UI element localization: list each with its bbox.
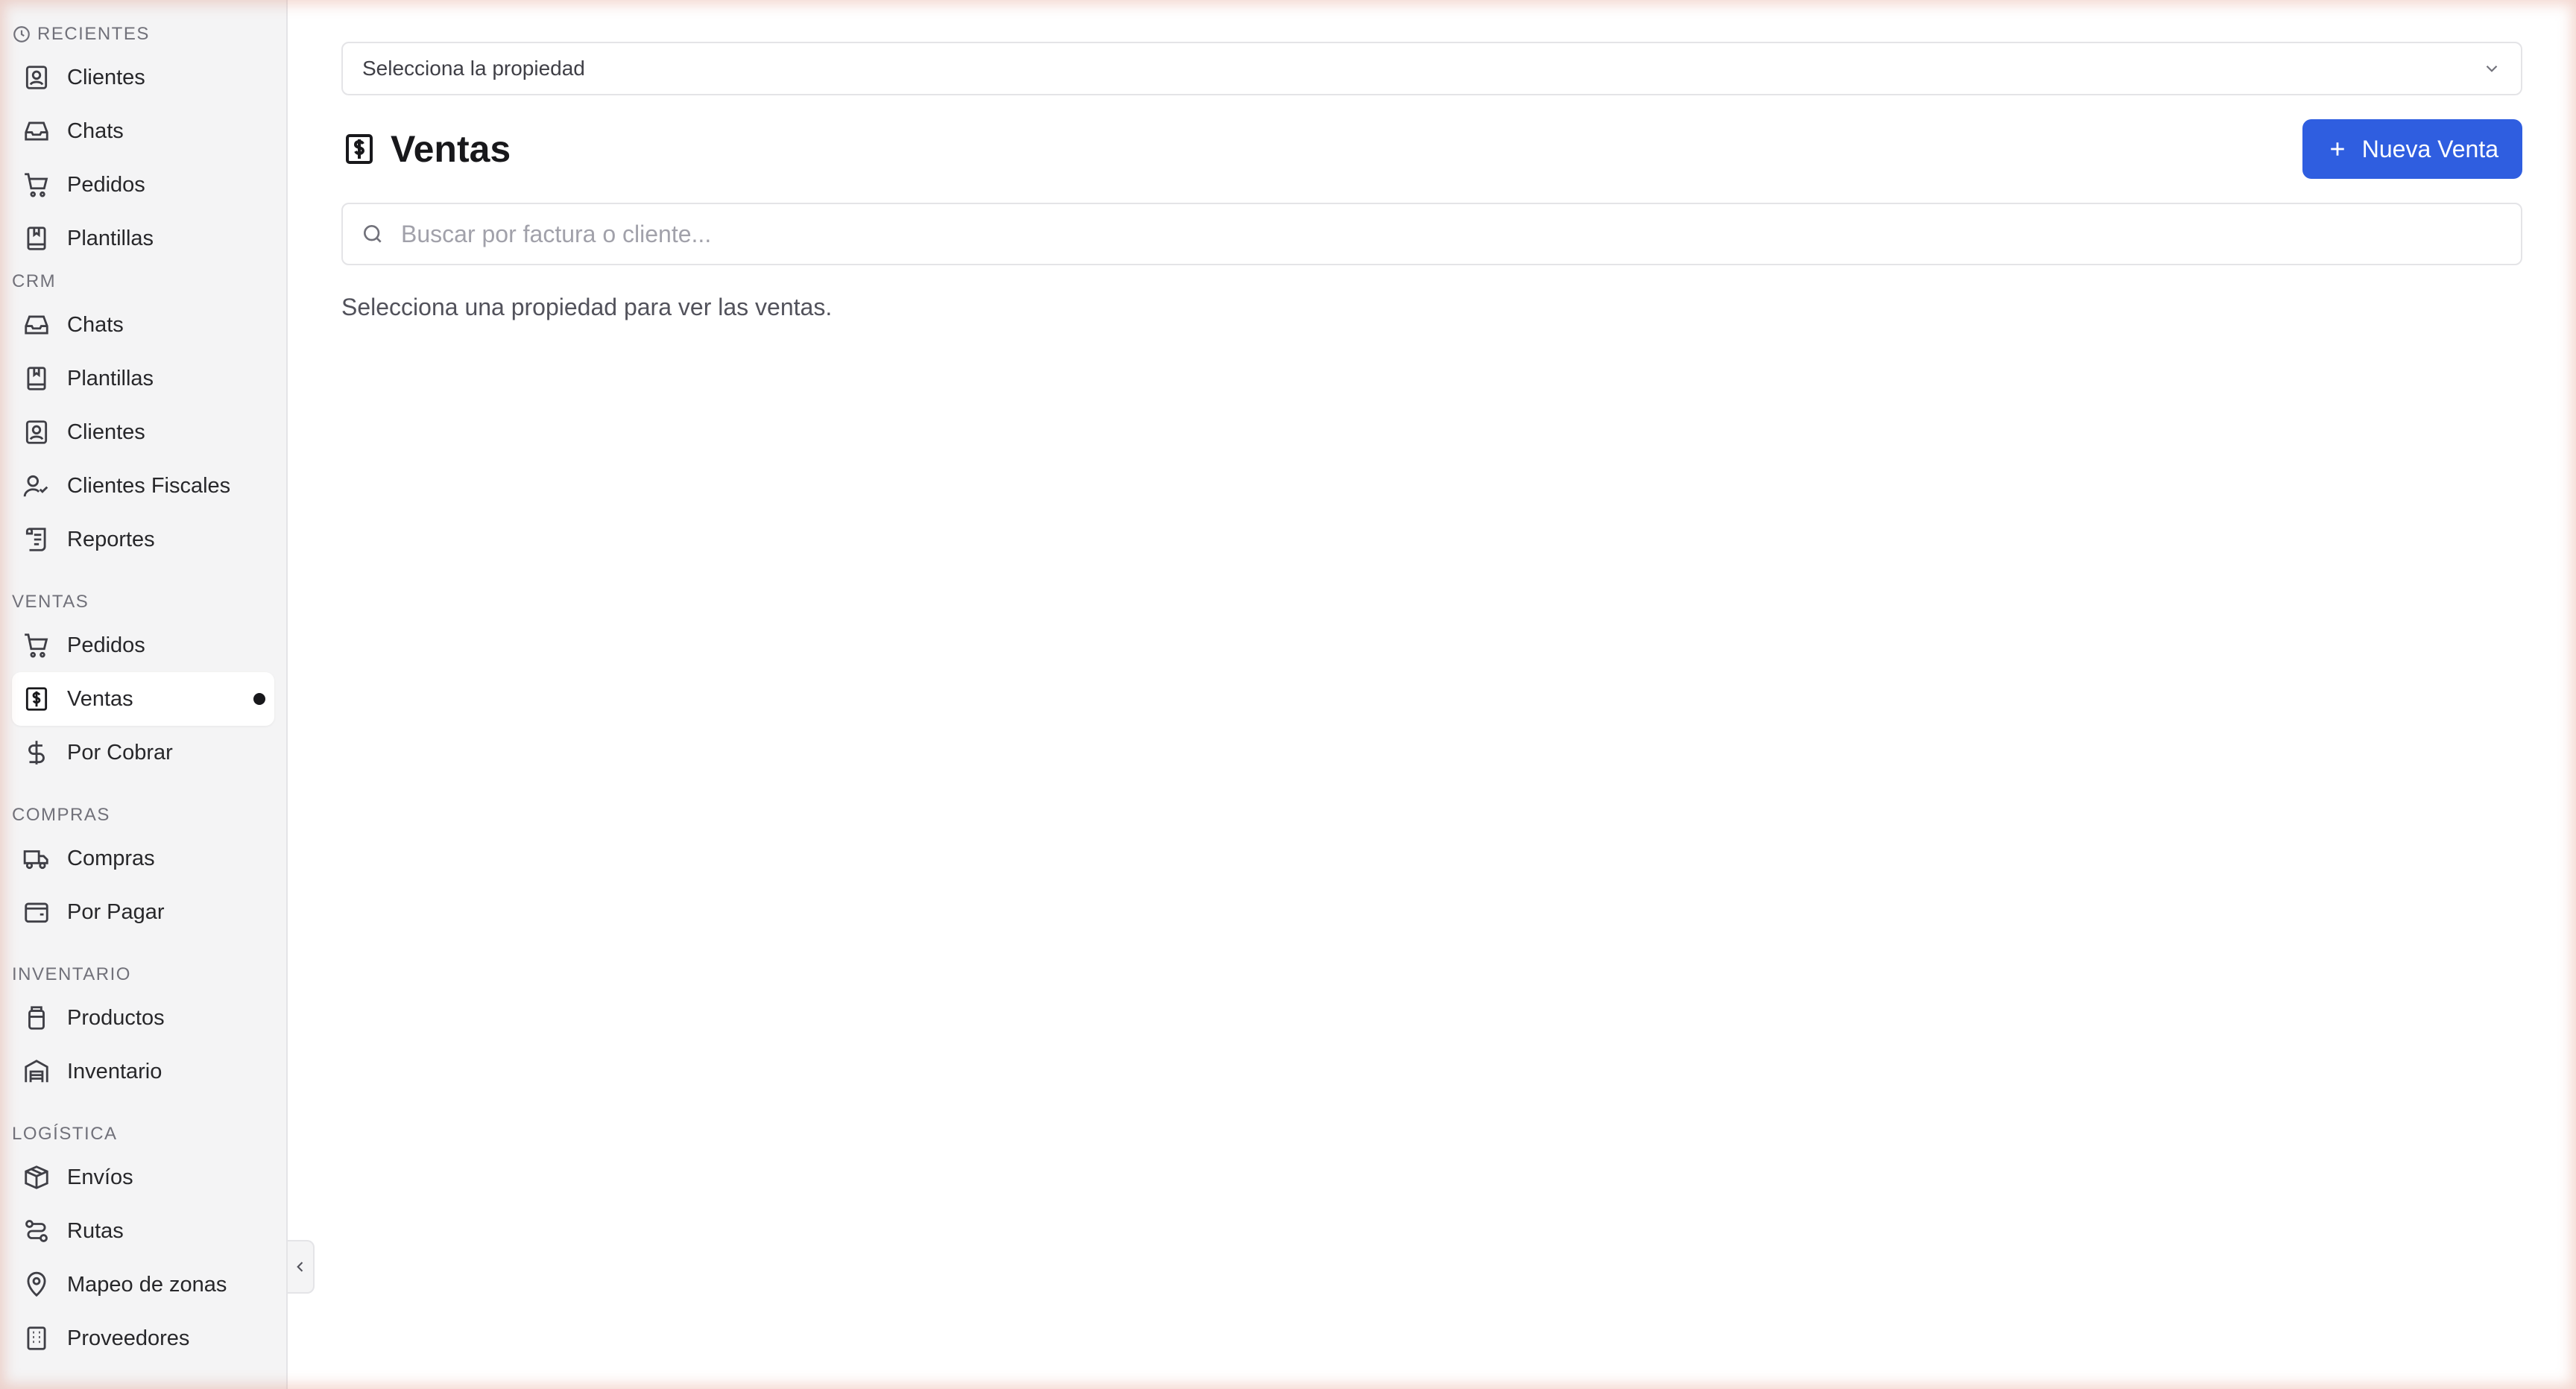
chevron-left-icon (297, 1262, 303, 1272)
search-icon (364, 225, 382, 243)
active-indicator-dot (253, 693, 265, 705)
clock-icon (13, 26, 30, 42)
cart-icon (25, 173, 48, 197)
main-content: Selecciona la propiedad Ventas Nueva Ven… (288, 0, 2576, 1389)
sidebar-item-proveedores[interactable]: Proveedores (12, 1312, 274, 1365)
sidebar-item-rutas[interactable]: Rutas (12, 1204, 274, 1258)
nueva-venta-button[interactable]: Nueva Venta (2302, 119, 2522, 179)
app-window: RECIENTES Clientes Chats Pedidos Plantil… (0, 0, 2576, 1389)
chevron-down-icon (2486, 65, 2498, 72)
sidebar-item-plantillas[interactable]: Plantillas (12, 212, 274, 265)
warehouse-icon (25, 1060, 48, 1083)
page-title-group: Ventas (341, 127, 511, 171)
sidebar-item-chats[interactable]: Chats (12, 104, 274, 158)
jar-icon (28, 1006, 45, 1030)
contact-icon (25, 420, 48, 444)
sidebar-item-mapeo-de-zonas[interactable]: Mapeo de zonas (12, 1258, 274, 1312)
sidebar-item-ventas-pedidos[interactable]: Pedidos (12, 618, 274, 672)
page-header: Ventas Nueva Venta (341, 119, 2522, 179)
search-box[interactable] (341, 203, 2522, 265)
user-check-icon (23, 475, 48, 497)
sidebar-item-por-cobrar[interactable]: Por Cobrar (12, 726, 274, 779)
section-label-recientes: RECIENTES (12, 18, 274, 51)
property-select[interactable]: Selecciona la propiedad (341, 42, 2522, 95)
route-icon (25, 1220, 48, 1242)
sidebar-item-por-pagar[interactable]: Por Pagar (12, 885, 274, 939)
sidebar-item-inventario[interactable]: Inventario (12, 1045, 274, 1098)
sidebar-item-productos[interactable]: Productos (12, 991, 274, 1045)
property-select-value: Selecciona la propiedad (362, 57, 585, 80)
dollar-icon (28, 741, 45, 765)
report-icon (25, 528, 46, 551)
map-pin-icon (27, 1271, 46, 1297)
sidebar-item-envios[interactable]: Envíos (12, 1151, 274, 1204)
sidebar-item-clientes-fiscales[interactable]: Clientes Fiscales (12, 459, 274, 513)
book-icon (27, 227, 46, 250)
section-label-logistica: LOGÍSTICA (12, 1124, 118, 1144)
nueva-venta-label: Nueva Venta (2361, 135, 2498, 162)
page-title: Ventas (391, 128, 511, 170)
truck-icon (23, 850, 48, 870)
receipt-dollar-icon (25, 687, 48, 711)
sidebar-item-crm-clientes[interactable]: Clientes (12, 405, 274, 459)
package-icon (25, 1165, 48, 1189)
sidebar-item-ventas[interactable]: Ventas (12, 672, 274, 726)
empty-state-message: Selecciona una propiedad para ver las ve… (341, 294, 833, 320)
book-icon (27, 367, 46, 390)
sidebar-item-clientes[interactable]: Clientes (12, 51, 274, 104)
cart-icon (25, 633, 48, 658)
sidebar-item-crm-chats[interactable]: Chats (12, 298, 274, 352)
section-label-ventas: VENTAS (12, 592, 89, 612)
section-label-compras: COMPRAS (12, 805, 110, 825)
sidebar-collapse-button[interactable] (288, 1240, 315, 1294)
wallet-icon (25, 902, 48, 923)
section-label-inventario: INVENTARIO (12, 964, 131, 984)
sidebar-item-compras[interactable]: Compras (12, 832, 274, 885)
receipt-dollar-icon (346, 134, 373, 164)
sidebar-item-crm-plantillas[interactable]: Plantillas (12, 352, 274, 405)
inbox-icon (25, 315, 48, 335)
building-icon (27, 1326, 46, 1350)
plus-icon (2331, 142, 2344, 156)
section-label-crm: CRM (12, 271, 57, 291)
sidebar-item-pedidos[interactable]: Pedidos (12, 158, 274, 212)
contact-icon (25, 66, 48, 89)
inbox-icon (25, 121, 48, 141)
sidebar: RECIENTES Clientes Chats Pedidos Plantil… (0, 0, 288, 1389)
sidebar-item-reportes[interactable]: Reportes (12, 513, 274, 566)
search-input[interactable] (401, 220, 2503, 248)
